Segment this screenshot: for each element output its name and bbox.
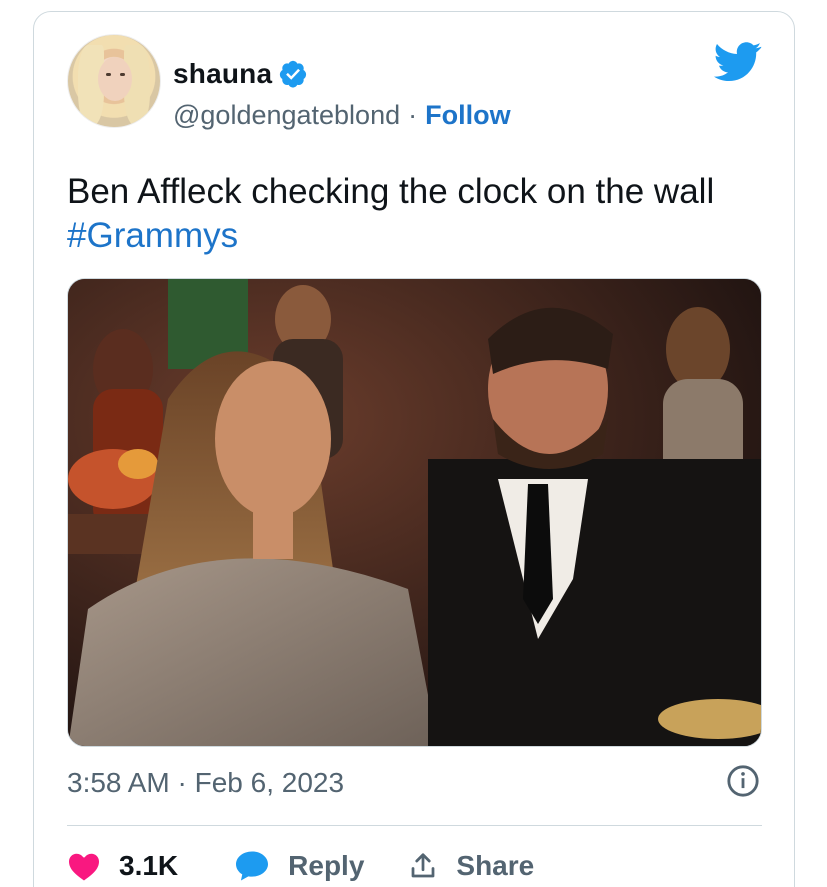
info-icon[interactable] (726, 764, 760, 798)
share-icon (412, 853, 435, 878)
tweet-photo[interactable] (67, 278, 762, 747)
photo-illustration (68, 279, 761, 746)
separator-dot: · (408, 100, 418, 130)
share-button[interactable]: Share (408, 850, 534, 882)
share-label: Share (456, 850, 535, 881)
like-button[interactable]: 3.1K (67, 850, 178, 882)
avatar[interactable] (67, 34, 161, 128)
display-name[interactable]: shauna (173, 58, 272, 90)
follow-button[interactable]: Follow (425, 100, 510, 131)
reply-button[interactable]: Reply (234, 850, 364, 882)
heart-icon (69, 853, 99, 881)
hashtag-link[interactable]: #Grammys (67, 216, 238, 255)
tweet-body: Ben Affleck checking the clock on the wa… (67, 172, 715, 211)
tweet-card: shauna @goldengateblond · Follow Ben Aff… (33, 11, 795, 887)
handle-row: @goldengateblond · Follow (173, 100, 511, 131)
action-bar: 3.1K Reply Share (67, 850, 534, 882)
handle[interactable]: @goldengateblond (173, 100, 400, 131)
author-name-row[interactable]: shauna (173, 58, 308, 90)
tweet-timestamp[interactable]: 3:58 AM · Feb 6, 2023 (67, 767, 344, 799)
reply-bubble-icon (236, 851, 269, 881)
reply-label: Reply (288, 850, 365, 881)
tweet-text: Ben Affleck checking the clock on the wa… (67, 170, 767, 258)
like-count: 3.1K (119, 850, 179, 881)
twitter-bird-icon[interactable] (714, 42, 762, 82)
verified-badge-icon (280, 60, 307, 88)
divider (67, 825, 762, 826)
